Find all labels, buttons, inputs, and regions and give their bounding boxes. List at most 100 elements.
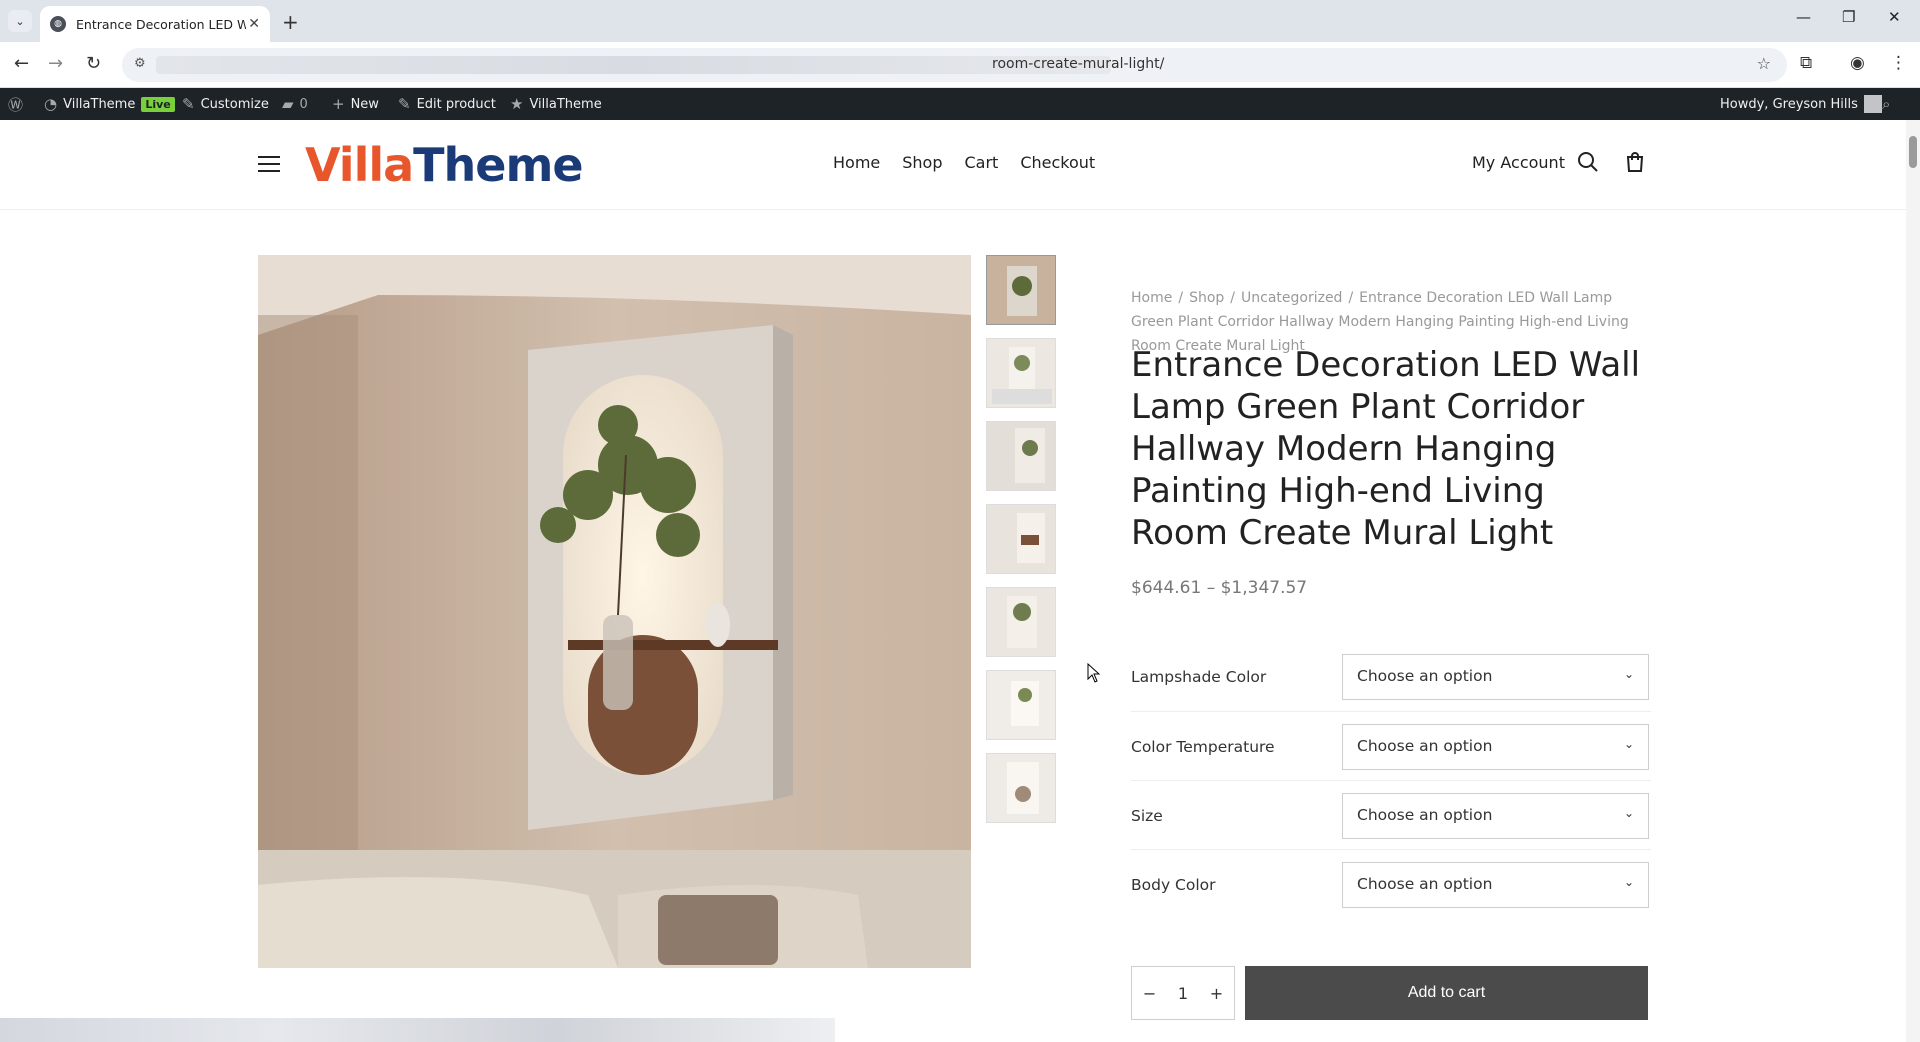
divider (1131, 711, 1651, 712)
site-header: VillaTheme Home Shop Cart Checkout My Ac… (0, 120, 1920, 210)
thumbnail-image[interactable] (986, 255, 1056, 325)
nav-home[interactable]: Home (833, 153, 880, 172)
menu-icon[interactable]: ⋮ (1890, 53, 1907, 73)
cart-icon[interactable] (1623, 150, 1647, 174)
new-label: New (350, 96, 379, 112)
comments-count: 0 (299, 96, 308, 112)
product-price: $644.61 – $1,347.57 (1131, 578, 1308, 598)
nav-shop[interactable]: Shop (902, 153, 942, 172)
scroll-thumb[interactable] (1909, 136, 1917, 168)
color-temperature-select[interactable]: Choose an option ⌄ (1342, 724, 1649, 770)
blurred-region (0, 1018, 835, 1042)
breadcrumb-category[interactable]: Uncategorized (1241, 290, 1342, 306)
nav-checkout[interactable]: Checkout (1020, 153, 1095, 172)
back-icon[interactable]: ← (14, 53, 29, 74)
site-info-icon[interactable]: ⚙ (134, 56, 146, 71)
product-main-image[interactable] (258, 255, 971, 968)
thumbnail-image[interactable] (986, 504, 1056, 574)
page-scrollbar[interactable] (1906, 120, 1920, 1042)
tab-title: Entrance Decoration LED Wall Lamp Green … (76, 16, 246, 32)
lampshade-color-select[interactable]: Choose an option ⌄ (1342, 654, 1649, 700)
url-blurred (156, 56, 1111, 74)
customize-label: Customize (200, 96, 269, 112)
restore-icon[interactable]: ❐ (1842, 8, 1855, 26)
qty-minus-button[interactable]: − (1143, 984, 1156, 1003)
star-icon: ★ (510, 95, 524, 113)
close-icon[interactable]: ✕ (248, 16, 260, 32)
variation-label: Lampshade Color (1131, 668, 1267, 686)
variation-lampshade-color: Lampshade Color Choose an option ⌄ (1131, 654, 1651, 702)
nav-cart[interactable]: Cart (965, 153, 999, 172)
villatheme-label: VillaTheme (529, 96, 602, 112)
search-icon[interactable] (1576, 150, 1600, 174)
quantity-stepper: − 1 + (1131, 966, 1235, 1020)
variation-color-temperature: Color Temperature Choose an option ⌄ (1131, 724, 1651, 772)
admin-site-name: VillaTheme (63, 96, 136, 112)
live-badge: Live (141, 96, 175, 112)
divider (1131, 780, 1651, 781)
reload-icon[interactable]: ↻ (86, 53, 101, 74)
mouse-cursor-icon (1087, 663, 1101, 683)
howdy-text: Howdy, Greyson Hills (1720, 96, 1858, 112)
address-bar-row: ← → ↻ ⚙ room-create-mural-light/ ☆ (0, 42, 1920, 88)
variation-label: Color Temperature (1131, 738, 1275, 756)
qty-value[interactable]: 1 (1178, 984, 1188, 1003)
villatheme-menu[interactable]: ★ VillaTheme (510, 88, 602, 120)
globe-icon: ◍ (50, 16, 66, 32)
chevron-down-icon: ⌄ (1623, 737, 1634, 751)
url-input[interactable]: ⚙ room-create-mural-light/ ☆ (122, 48, 1787, 82)
new-content-link[interactable]: + New (332, 88, 379, 120)
customize-link[interactable]: ✎ Customize (182, 88, 269, 120)
browser-tab[interactable]: ◍ Entrance Decoration LED Wall Lamp Gree… (40, 6, 270, 42)
wordpress-icon[interactable]: Ⓦ (8, 88, 23, 120)
admin-site-link[interactable]: ◔ VillaTheme Live (44, 88, 175, 120)
profile-icon[interactable]: ◉ (1850, 53, 1865, 73)
qty-plus-button[interactable]: + (1210, 984, 1223, 1003)
comments-link[interactable]: ▰ 0 (282, 88, 308, 120)
site-logo[interactable]: VillaTheme (305, 138, 584, 192)
breadcrumb-home[interactable]: Home (1131, 290, 1172, 306)
my-account-admin[interactable]: Howdy, Greyson Hills (1720, 88, 1882, 120)
admin-search-icon[interactable]: ⌕ (1882, 88, 1890, 120)
star-icon[interactable]: ☆ (1757, 54, 1771, 73)
body-color-select[interactable]: Choose an option ⌄ (1342, 862, 1649, 908)
variation-label: Size (1131, 807, 1163, 825)
url-text: room-create-mural-light/ (992, 56, 1165, 72)
my-account-link[interactable]: My Account (1472, 153, 1565, 172)
tab-list-icon[interactable]: ⌄ (8, 10, 32, 32)
chevron-down-icon: ⌄ (1623, 806, 1634, 820)
thumbnail-strip (986, 255, 1056, 836)
chevron-down-icon: ⌄ (1623, 667, 1634, 681)
thumbnail-image[interactable] (986, 421, 1056, 491)
edit-product-link[interactable]: ✎ Edit product (398, 88, 496, 120)
thumbnail-image[interactable] (986, 338, 1056, 408)
variation-label: Body Color (1131, 876, 1216, 894)
wp-admin-bar: Ⓦ ◔ VillaTheme Live ✎ Customize ▰ 0 + Ne… (0, 88, 1920, 120)
edit-product-label: Edit product (416, 96, 496, 112)
minimize-icon[interactable]: — (1796, 8, 1811, 26)
product-title: Entrance Decoration LED Wall Lamp Green … (1131, 345, 1641, 553)
main-nav: Home Shop Cart Checkout (833, 153, 1095, 172)
window-close-icon[interactable]: ✕ (1888, 8, 1901, 26)
new-tab-icon[interactable]: + (282, 10, 299, 34)
thumbnail-image[interactable] (986, 587, 1056, 657)
size-select[interactable]: Choose an option ⌄ (1342, 793, 1649, 839)
avatar (1863, 95, 1882, 113)
comment-icon: ▰ (282, 95, 294, 113)
variation-body-color: Body Color Choose an option ⌄ (1131, 862, 1651, 910)
variation-size: Size Choose an option ⌄ (1131, 793, 1651, 841)
brush-icon: ✎ (182, 95, 195, 113)
forward-icon[interactable]: → (48, 53, 63, 74)
plus-icon: + (332, 95, 345, 113)
thumbnail-image[interactable] (986, 670, 1056, 740)
breadcrumb-shop[interactable]: Shop (1189, 290, 1224, 306)
thumbnail-image[interactable] (986, 753, 1056, 823)
add-to-cart-button[interactable]: Add to cart (1245, 966, 1648, 1020)
browser-tab-bar: ⌄ ◍ Entrance Decoration LED Wall Lamp Gr… (0, 0, 1920, 42)
divider (1131, 849, 1651, 850)
chevron-down-icon: ⌄ (1623, 875, 1634, 889)
hamburger-menu-icon[interactable] (258, 156, 280, 177)
extensions-icon[interactable]: ⧉ (1800, 53, 1812, 73)
pencil-icon: ✎ (398, 95, 411, 113)
dashboard-icon: ◔ (44, 95, 58, 113)
